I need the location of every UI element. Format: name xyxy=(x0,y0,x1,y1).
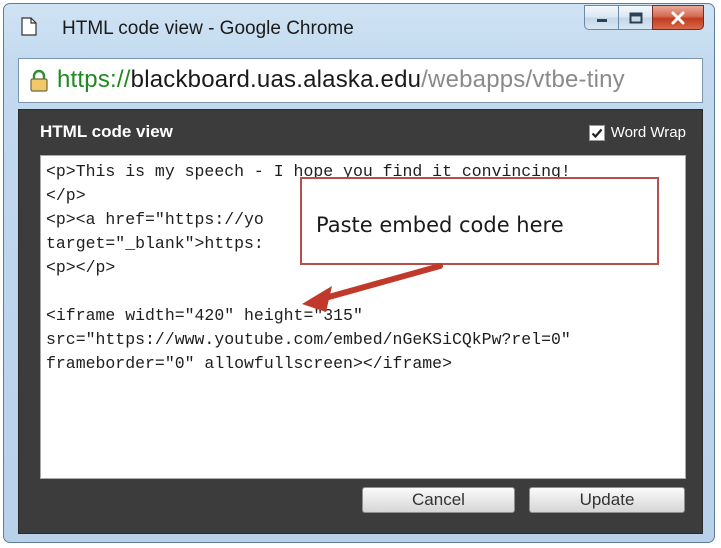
code-line: <p></p> xyxy=(46,258,116,277)
dialog-title: HTML code view xyxy=(40,122,173,141)
word-wrap-checkbox[interactable] xyxy=(588,124,605,141)
maximize-icon xyxy=(629,12,642,23)
lock-icon xyxy=(30,69,48,92)
window-controls xyxy=(584,5,704,32)
code-line: <iframe width="420" height="315" xyxy=(46,306,363,325)
annotation-callout: Paste embed code here xyxy=(300,177,659,265)
code-line: target="_blank">https: xyxy=(46,234,264,253)
code-line: frameborder="0" allowfullscreen></iframe… xyxy=(46,354,452,373)
maximize-button[interactable] xyxy=(618,5,652,30)
url-scheme: https:// xyxy=(57,66,131,93)
minimize-button[interactable] xyxy=(584,5,618,30)
url-text[interactable]: https://blackboard.uas.alaska.edu/webapp… xyxy=(57,66,625,94)
close-icon xyxy=(671,11,685,24)
update-button[interactable]: Update xyxy=(529,487,685,513)
window-title: HTML code view - Google Chrome xyxy=(62,18,354,39)
cancel-button[interactable]: Cancel xyxy=(362,487,515,513)
html-code-view-dialog: HTML code view Word Wrap <p>This is my s… xyxy=(18,109,703,534)
code-line: </p> xyxy=(46,186,86,205)
url-host: blackboard.uas.alaska.edu xyxy=(130,66,422,93)
close-button[interactable] xyxy=(652,5,704,30)
word-wrap-label: Word Wrap xyxy=(610,124,686,141)
code-line: src="https://www.youtube.com/embed/nGeKS… xyxy=(46,330,571,349)
annotation-text: Paste embed code here xyxy=(316,213,564,237)
code-line: <p><a href="https://yo xyxy=(46,210,264,229)
browser-window: HTML code view - Google Chrome https://b… xyxy=(3,3,715,543)
word-wrap-toggle[interactable]: Word Wrap xyxy=(588,124,686,141)
title-bar[interactable]: HTML code view - Google Chrome xyxy=(4,4,714,54)
url-path: /webapps/vtbe-tiny xyxy=(421,66,625,93)
checkmark-icon xyxy=(591,128,603,138)
address-bar[interactable]: https://blackboard.uas.alaska.edu/webapp… xyxy=(18,58,703,103)
minimize-icon xyxy=(596,18,607,22)
page-icon xyxy=(21,17,37,36)
